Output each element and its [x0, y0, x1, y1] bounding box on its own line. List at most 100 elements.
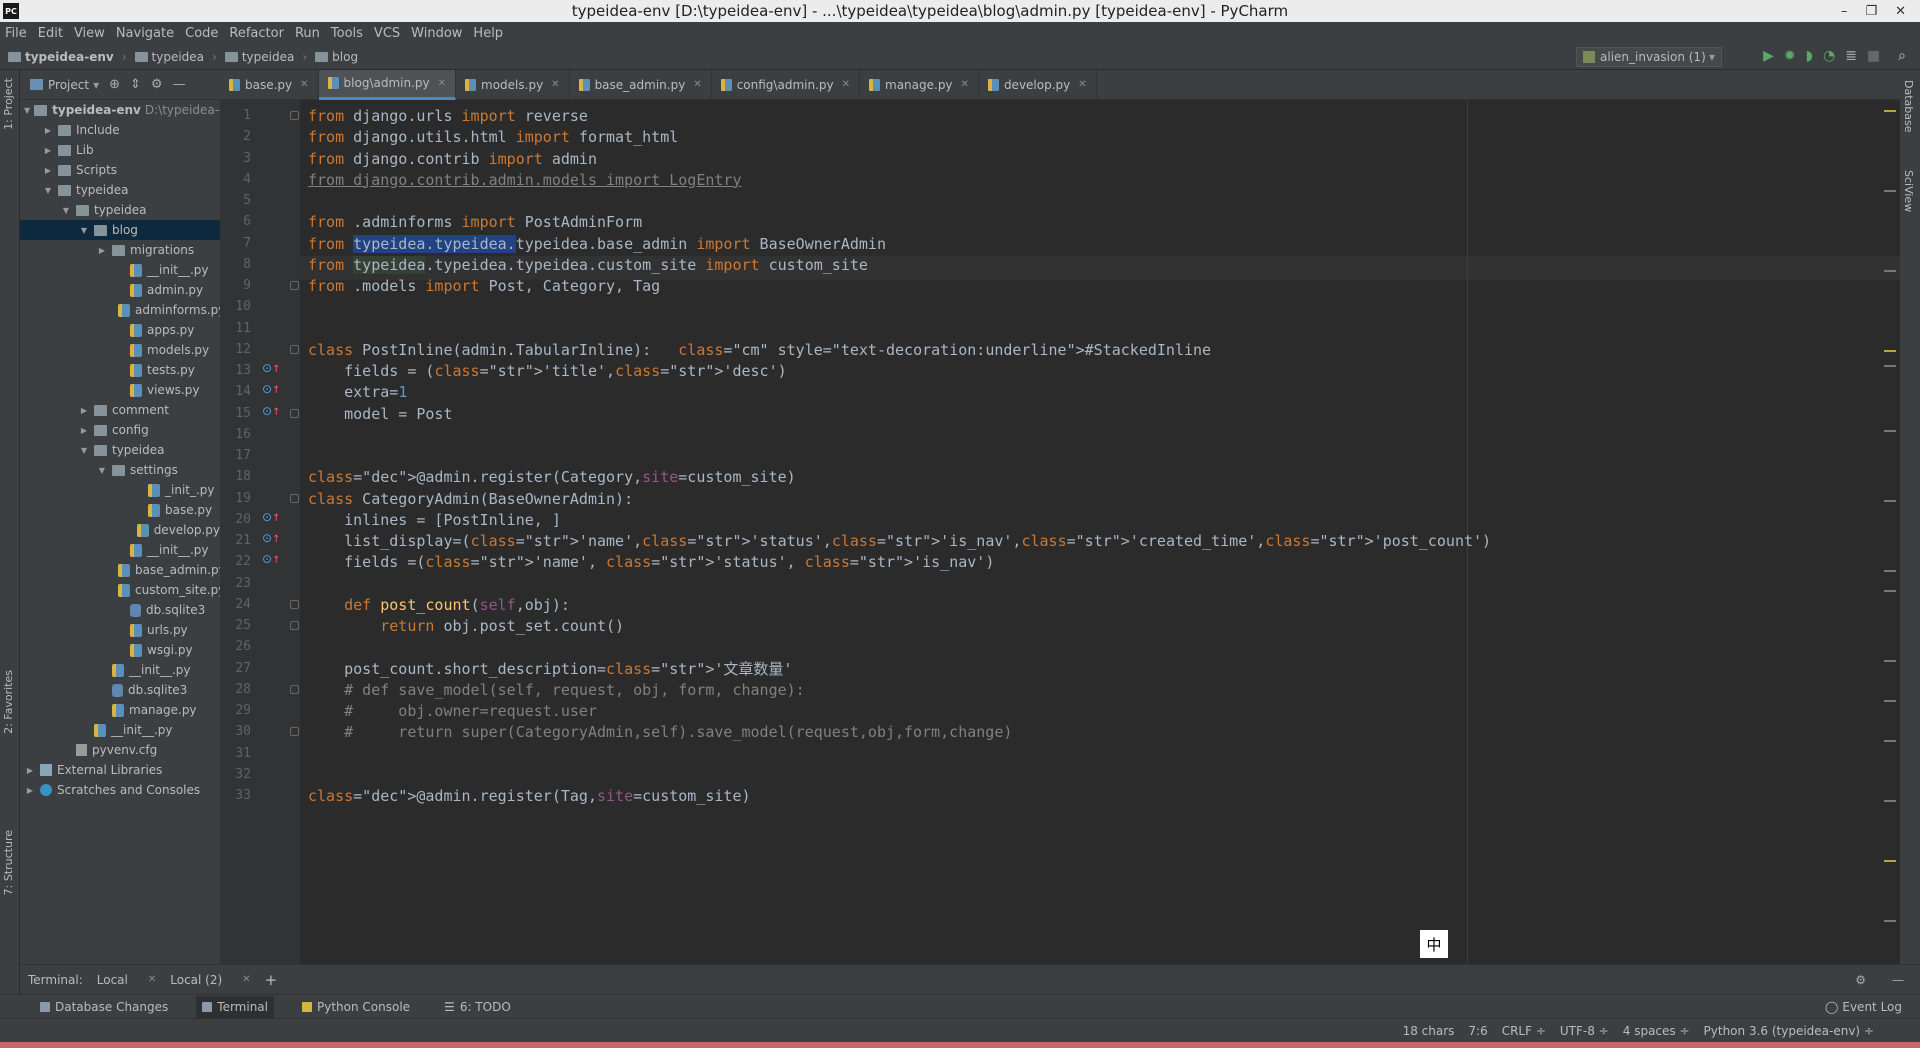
override-marker-icon[interactable]: ⊙↑: [262, 361, 280, 375]
status-item[interactable]: UTF-8 ÷: [1560, 1024, 1609, 1038]
editor-tab[interactable]: develop.py ✕: [979, 69, 1097, 100]
tree-item[interactable]: models.py: [20, 340, 220, 360]
terminal-tab-local[interactable]: Local: [97, 973, 142, 987]
tree-item[interactable]: adminforms.py: [20, 300, 225, 320]
menu-item-edit[interactable]: Edit: [38, 26, 63, 41]
terminal-tool[interactable]: Terminal: [196, 995, 274, 1018]
collapsed-arrow-icon[interactable]: ▶: [42, 126, 54, 135]
tree-item[interactable]: db.sqlite3: [20, 600, 220, 620]
tree-item[interactable]: pyvenv.cfg: [20, 740, 220, 760]
tree-item[interactable]: apps.py: [20, 320, 220, 340]
collapsed-arrow-icon[interactable]: ▶: [78, 406, 90, 415]
run-config-select[interactable]: alien_invasion (1) ▾: [1576, 47, 1722, 67]
breadcrumb-item[interactable]: typeidea ›: [224, 50, 307, 64]
hide-icon[interactable]: —: [173, 77, 186, 92]
tree-item[interactable]: urls.py: [20, 620, 220, 640]
database-changes-tool[interactable]: Database Changes: [34, 996, 174, 1018]
debug-icon[interactable]: ✹: [1784, 48, 1796, 64]
settings-gear-icon[interactable]: ⚙: [1855, 973, 1866, 987]
project-tool-tab[interactable]: 1: Project: [2, 78, 15, 130]
expanded-arrow-icon[interactable]: ▼: [24, 106, 30, 115]
restore-icon[interactable]: ❐: [1865, 4, 1877, 19]
menu-item-code[interactable]: Code: [185, 26, 218, 41]
close-icon[interactable]: ✕: [961, 79, 969, 90]
editor-tab[interactable]: models.py ✕: [456, 69, 570, 100]
fold-marker-icon[interactable]: [290, 684, 299, 694]
tree-item[interactable]: _init_.py: [20, 480, 220, 500]
status-item[interactable]: 18 chars: [1403, 1024, 1455, 1038]
tree-item[interactable]: base.py: [20, 500, 220, 520]
editor-tab[interactable]: base_admin.py ✕: [570, 69, 712, 100]
close-icon[interactable]: ✕: [1895, 4, 1906, 19]
expanded-arrow-icon[interactable]: ▼: [42, 186, 54, 195]
profile-icon[interactable]: ◔: [1823, 48, 1835, 64]
override-marker-icon[interactable]: ⊙↑: [262, 552, 280, 566]
sciview-tool-tab[interactable]: SciView: [1902, 170, 1915, 212]
editor-tab[interactable]: base.py ✕: [220, 69, 319, 100]
override-marker-icon[interactable]: ⊙↑: [262, 510, 280, 524]
tree-item[interactable]: __init__.py: [20, 260, 220, 280]
expanded-arrow-icon[interactable]: ▼: [78, 226, 90, 235]
tree-item[interactable]: ▼ settings: [20, 460, 220, 480]
new-terminal-button[interactable]: +: [265, 971, 278, 989]
tree-item[interactable]: develop.py: [20, 520, 220, 540]
close-icon[interactable]: ✕: [551, 79, 559, 90]
status-item[interactable]: 7:6: [1468, 1024, 1487, 1038]
event-log-tool[interactable]: ◯ Event Log: [1819, 996, 1908, 1018]
tree-item[interactable]: __init__.py: [20, 540, 220, 560]
collapse-icon[interactable]: ⇕: [130, 77, 141, 92]
breadcrumb-item[interactable]: typeidea ›: [134, 50, 217, 64]
tree-item[interactable]: ▶ Scripts: [20, 160, 220, 180]
menu-item-vcs[interactable]: VCS: [374, 26, 400, 41]
tree-item[interactable]: ▶ migrations: [20, 240, 220, 260]
locate-icon[interactable]: ⊕: [109, 77, 120, 92]
menu-item-tools[interactable]: Tools: [331, 26, 363, 41]
tree-item[interactable]: ▼ typeidea-env D:\typeidea-env: [20, 100, 241, 120]
tree-item[interactable]: custom_site.py: [20, 580, 225, 600]
concurrency-icon[interactable]: ≣: [1845, 48, 1857, 64]
fold-marker-icon[interactable]: [290, 344, 299, 354]
fold-marker-icon[interactable]: [290, 281, 299, 290]
menu-item-view[interactable]: View: [74, 26, 105, 41]
expanded-arrow-icon[interactable]: ▼: [78, 446, 90, 455]
tree-item[interactable]: ▶ config: [20, 420, 220, 440]
fold-marker-icon[interactable]: [290, 111, 299, 120]
tree-item[interactable]: ▼ typeidea: [20, 440, 220, 460]
structure-tool-tab[interactable]: 7: Structure: [2, 830, 15, 895]
tree-item[interactable]: tests.py: [20, 360, 220, 380]
fold-marker-icon[interactable]: [290, 621, 299, 630]
settings-gear-icon[interactable]: ⚙: [151, 77, 163, 92]
tree-item[interactable]: ▶ Lib: [20, 140, 220, 160]
close-icon[interactable]: ✕: [693, 79, 701, 90]
tree-item[interactable]: ▼ typeidea: [20, 180, 220, 200]
run-icon[interactable]: ▶: [1763, 48, 1774, 64]
override-marker-icon[interactable]: ⊙↑: [262, 404, 280, 418]
tree-item[interactable]: __init__.py: [20, 720, 220, 740]
expanded-arrow-icon[interactable]: ▼: [96, 466, 108, 475]
breadcrumb-item[interactable]: blog: [315, 50, 358, 64]
database-tool-tab[interactable]: Database: [1902, 80, 1915, 133]
tree-item[interactable]: views.py: [20, 380, 220, 400]
stop-icon[interactable]: ■: [1867, 48, 1880, 64]
tree-item[interactable]: ▶ External Libraries: [20, 760, 220, 780]
todo-tool[interactable]: ☰ 6: TODO: [438, 996, 517, 1018]
fold-marker-icon[interactable]: [290, 408, 299, 418]
tree-item[interactable]: ▶ comment: [20, 400, 220, 420]
menu-item-file[interactable]: File: [5, 26, 27, 41]
collapsed-arrow-icon[interactable]: ▶: [78, 426, 90, 435]
tree-item[interactable]: db.sqlite3: [20, 680, 220, 700]
tree-item[interactable]: ▼ typeidea: [20, 200, 220, 220]
override-marker-icon[interactable]: ⊙↑: [262, 531, 280, 545]
favorites-tool-tab[interactable]: 2: Favorites: [2, 670, 15, 734]
close-icon[interactable]: ✕: [438, 78, 446, 89]
collapsed-arrow-icon[interactable]: ▶: [42, 166, 54, 175]
tree-item[interactable]: __init__.py: [20, 660, 220, 680]
tree-item[interactable]: ▶ Include: [20, 120, 220, 140]
search-everywhere-icon[interactable]: ⌕: [1898, 48, 1906, 64]
expanded-arrow-icon[interactable]: ▼: [60, 206, 72, 215]
editor-scroll-markers[interactable]: [1884, 100, 1896, 964]
tree-item[interactable]: admin.py: [20, 280, 220, 300]
chevron-down-icon[interactable]: ▾: [93, 78, 99, 92]
status-item[interactable]: 4 spaces ÷: [1623, 1024, 1690, 1038]
editor-tab[interactable]: manage.py ✕: [860, 69, 979, 100]
